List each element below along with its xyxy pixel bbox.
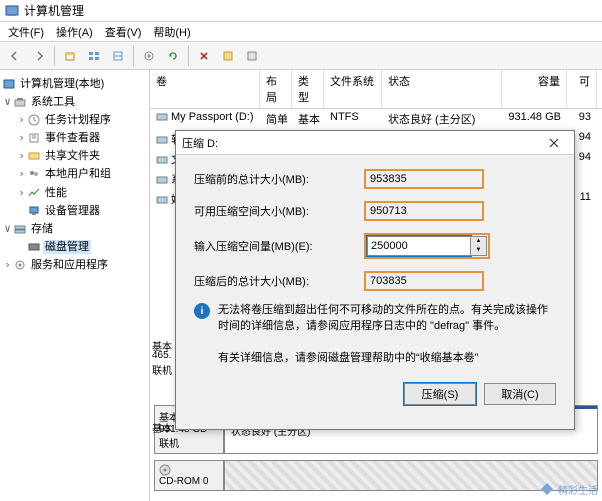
- more-info-text: 有关详细信息，请参阅磁盘管理帮助中的“收缩基本卷”: [218, 349, 556, 365]
- up-button[interactable]: [59, 45, 81, 67]
- close-icon: [549, 138, 559, 148]
- watermark: 精彩生活: [539, 481, 598, 497]
- after-value: 703835: [364, 271, 484, 291]
- cd-label: CD-ROM 0: [159, 476, 208, 487]
- menu-action[interactable]: 操作(A): [50, 22, 99, 42]
- tree-shares[interactable]: ›共享文件夹: [2, 146, 147, 164]
- col-type[interactable]: 类型: [292, 70, 324, 108]
- cd-block: CD-ROM 0: [154, 460, 598, 491]
- forward-button[interactable]: [28, 45, 50, 67]
- info-text: 无法将卷压缩到超出任何不可移动的文件所在的点。有关完成该操作时间的详细信息，请参…: [218, 303, 556, 335]
- action-button-2[interactable]: [241, 45, 263, 67]
- tree-diskmgmt[interactable]: 磁盘管理: [2, 237, 147, 255]
- avail-value: 950713: [364, 201, 484, 221]
- tree-storage[interactable]: ∨存储: [2, 219, 147, 237]
- after-label: 压缩后的总计大小(MB):: [194, 273, 364, 289]
- menu-view[interactable]: 查看(V): [99, 22, 148, 42]
- volume-list-header: 卷 布局 类型 文件系统 状态 容量 可: [150, 70, 602, 109]
- cd-icon: [159, 464, 219, 476]
- dialog-body: 压缩前的总计大小(MB): 953835 可用压缩空间大小(MB): 95071…: [176, 155, 574, 383]
- refresh-button[interactable]: [162, 45, 184, 67]
- tree-users[interactable]: ›本地用户和组: [2, 164, 147, 182]
- col-free[interactable]: 可: [567, 70, 597, 108]
- col-cap[interactable]: 容量: [502, 70, 567, 108]
- tree-systools[interactable]: ∨系统工具: [2, 92, 147, 110]
- dialog-buttons: 压缩(S) 取消(C): [176, 383, 574, 419]
- tree-eventviewer[interactable]: ›事件查看器: [2, 128, 147, 146]
- nav-tree: 计算机管理(本地) ∨系统工具 ›任务计划程序 ›事件查看器 ›共享文件夹 ›本…: [0, 70, 150, 501]
- shrink-dialog: 压缩 D: 压缩前的总计大小(MB): 953835 可用压缩空间大小(MB):…: [175, 130, 575, 430]
- shrink-amount-input[interactable]: [367, 236, 471, 256]
- tree-root[interactable]: 计算机管理(本地): [2, 74, 147, 92]
- col-layout[interactable]: 布局: [260, 70, 292, 108]
- disk-online: 联机: [159, 435, 219, 450]
- toolbar-separator: [188, 46, 189, 66]
- toolbar-separator: [54, 46, 55, 66]
- cd-header[interactable]: CD-ROM 0: [154, 460, 224, 491]
- peek-text: 联机: [152, 362, 172, 377]
- before-label: 压缩前的总计大小(MB):: [194, 171, 364, 187]
- dialog-title: 压缩 D:: [182, 135, 218, 151]
- view-button-2[interactable]: [107, 45, 129, 67]
- app-icon: [4, 3, 20, 19]
- close-button[interactable]: [540, 134, 568, 152]
- volume-row[interactable]: My Passport (D:)简单基本NTFS状态良好 (主分区)931.48…: [150, 109, 602, 129]
- before-value: 953835: [364, 169, 484, 189]
- delete-button[interactable]: [193, 45, 215, 67]
- peek-text: 465.: [152, 350, 171, 361]
- dialog-titlebar: 压缩 D:: [176, 131, 574, 155]
- shrink-amount-spinner: ▲ ▼: [367, 236, 487, 256]
- info-icon: i: [194, 303, 210, 319]
- menubar: 文件(F) 操作(A) 查看(V) 帮助(H): [0, 22, 602, 42]
- col-fs[interactable]: 文件系统: [324, 70, 382, 108]
- avail-label: 可用压缩空间大小(MB):: [194, 203, 364, 219]
- toolbar-separator: [133, 46, 134, 66]
- tree-devmgr[interactable]: 设备管理器: [2, 201, 147, 219]
- menu-help[interactable]: 帮助(H): [147, 22, 196, 42]
- col-status[interactable]: 状态: [382, 70, 502, 108]
- shrink-button[interactable]: 压缩(S): [404, 383, 476, 405]
- menu-file[interactable]: 文件(F): [2, 22, 50, 42]
- back-button[interactable]: [4, 45, 26, 67]
- titlebar: 计算机管理: [0, 0, 602, 22]
- tree-perf[interactable]: ›性能: [2, 183, 147, 201]
- spin-up-button[interactable]: ▲: [471, 237, 486, 246]
- spin-buttons: ▲ ▼: [471, 236, 487, 256]
- peek-text: 基本: [152, 420, 172, 435]
- properties-button[interactable]: [138, 45, 160, 67]
- col-volume[interactable]: 卷: [150, 70, 260, 108]
- watermark-icon: [539, 481, 555, 497]
- tree-scheduler[interactable]: ›任务计划程序: [2, 110, 147, 128]
- action-button-1[interactable]: [217, 45, 239, 67]
- cancel-button[interactable]: 取消(C): [484, 383, 556, 405]
- info-message: i 无法将卷压缩到超出任何不可移动的文件所在的点。有关完成该操作时间的详细信息，…: [194, 303, 556, 335]
- input-label: 输入压缩空间量(MB)(E):: [194, 238, 364, 254]
- toolbar: [0, 42, 602, 70]
- view-button-1[interactable]: [83, 45, 105, 67]
- spin-down-button[interactable]: ▼: [471, 246, 486, 255]
- input-wrap: ▲ ▼: [364, 233, 490, 259]
- watermark-text: 精彩生活: [558, 482, 598, 497]
- window-title: 计算机管理: [24, 2, 84, 19]
- tree-services[interactable]: ›服务和应用程序: [2, 255, 147, 273]
